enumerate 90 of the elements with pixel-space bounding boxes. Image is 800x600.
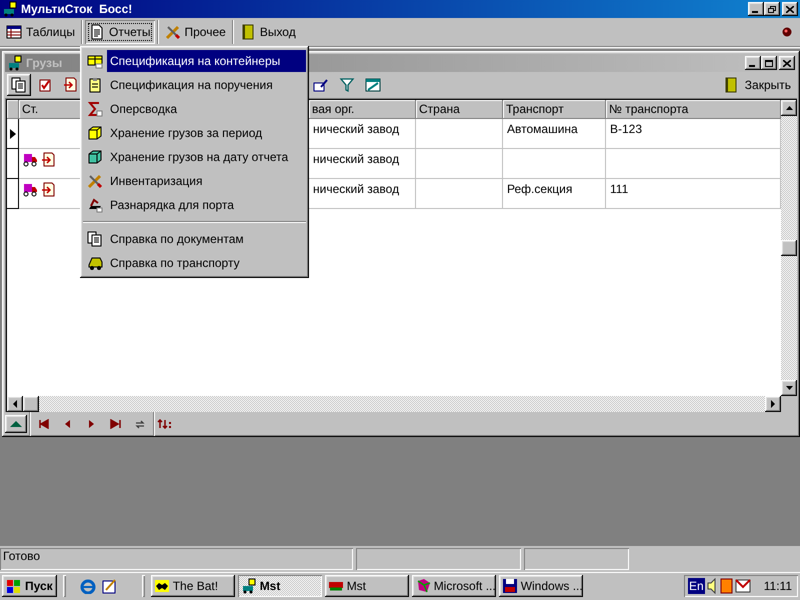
menu-item[interactable]: Справка по транспорту [83, 251, 306, 275]
cube-icon [87, 149, 103, 165]
menu-item[interactable]: Спецификация на поручения [83, 73, 306, 97]
scroll-thumb[interactable] [23, 396, 39, 412]
tools-icon [164, 24, 180, 40]
book-icon [722, 77, 739, 93]
container-icon [87, 53, 103, 69]
horizontal-scrollbar[interactable] [7, 396, 797, 412]
notebook-icon[interactable] [718, 578, 733, 594]
minimize-button[interactable] [745, 56, 761, 70]
menu-item[interactable]: Хранение грузов за период [83, 121, 306, 145]
taskbar-button[interactable]: The Bat! [150, 575, 235, 597]
row-indicator[interactable] [7, 119, 19, 149]
window-title: МультиСток Босс! [21, 2, 132, 16]
scroll-down-icon [785, 385, 793, 391]
document-icon [89, 24, 106, 40]
table-icon [6, 24, 22, 40]
table-icon [365, 77, 381, 93]
taskbar-button[interactable]: Microsoft ... [412, 575, 496, 597]
browser-icon[interactable] [80, 578, 96, 594]
windows-flag-icon [6, 578, 22, 594]
speaker-icon[interactable] [706, 578, 717, 594]
menu-item[interactable]: Разнарядка для порта [83, 193, 306, 217]
mail-icon[interactable] [734, 578, 751, 594]
restore-icon [768, 6, 776, 12]
status-light-icon [782, 27, 792, 37]
book-icon [240, 24, 256, 40]
menu-item[interactable]: Инвентаризация [83, 169, 306, 193]
tools-icon [87, 173, 103, 189]
close-icon [783, 60, 791, 66]
column-header[interactable]: Страна [416, 100, 503, 119]
truck-icon [23, 182, 39, 198]
column-header[interactable]: вая орг. [309, 100, 416, 119]
close-icon [786, 6, 794, 12]
minimize-button[interactable] [748, 2, 764, 16]
row-indicator[interactable] [7, 179, 19, 209]
row-indicator[interactable] [7, 149, 19, 179]
forklift-icon [240, 578, 257, 594]
scroll-left-icon [12, 400, 18, 408]
pencil-table-icon [313, 77, 329, 93]
maximize-icon [765, 60, 773, 66]
menu-item[interactable]: Оперсводка [83, 97, 306, 121]
column-header[interactable]: Ст. [19, 100, 81, 119]
cube-icon [87, 125, 103, 141]
column-header[interactable]: № транспорта [606, 100, 781, 119]
crane-icon [87, 197, 103, 213]
pen-icon[interactable] [102, 578, 118, 594]
status-text: Готово [0, 548, 353, 570]
truck-icon [23, 152, 39, 168]
taskbar-button[interactable]: Mst [324, 575, 409, 597]
scroll-up-icon [785, 105, 793, 111]
language-indicator[interactable]: En [688, 578, 705, 594]
scroll-thumb[interactable] [781, 240, 797, 256]
table-cell: Автомашина [503, 119, 606, 149]
column-header [7, 100, 19, 119]
truck-icon [87, 255, 103, 271]
filter-icon [339, 77, 355, 93]
copy-button[interactable] [7, 74, 31, 96]
documents-icon [87, 231, 103, 247]
toolbar-button[interactable]: Отчеты [85, 20, 154, 44]
window-title: Грузы [26, 56, 62, 70]
menu-item[interactable]: Справка по документам [83, 227, 306, 251]
vertical-scrollbar[interactable] [781, 100, 797, 396]
documents-icon [11, 77, 27, 93]
bat-icon [154, 578, 170, 594]
close-button[interactable] [779, 56, 795, 70]
scrollbar-corner [781, 396, 797, 412]
start-button[interactable]: Пуск [2, 575, 57, 597]
taskbar-button[interactable]: Mst [238, 575, 322, 597]
first-icon [38, 419, 50, 429]
column-header[interactable]: Транспорт [503, 100, 606, 119]
table-cell: Реф.секция [503, 179, 606, 209]
taskbar-button[interactable]: Windows ... [498, 575, 583, 597]
close-button[interactable] [782, 2, 798, 16]
refresh-icon [134, 419, 146, 429]
scroll-right-icon [770, 400, 776, 408]
check-icon [37, 77, 53, 93]
clipboard-icon [87, 77, 103, 93]
restore-button[interactable] [764, 2, 780, 16]
triangle-up-icon [9, 420, 23, 428]
sort-icon[interactable] [157, 419, 173, 429]
floppy-icon [502, 578, 518, 594]
menu-item[interactable]: Хранение грузов на дату отчета [83, 145, 306, 169]
maximize-button[interactable] [761, 56, 777, 70]
forklift-icon [7, 55, 23, 71]
app-icon [2, 1, 18, 17]
sum-icon [87, 101, 103, 117]
last-icon [110, 419, 122, 429]
collapse-button[interactable] [5, 415, 27, 433]
clock: 11:11 [764, 579, 792, 593]
